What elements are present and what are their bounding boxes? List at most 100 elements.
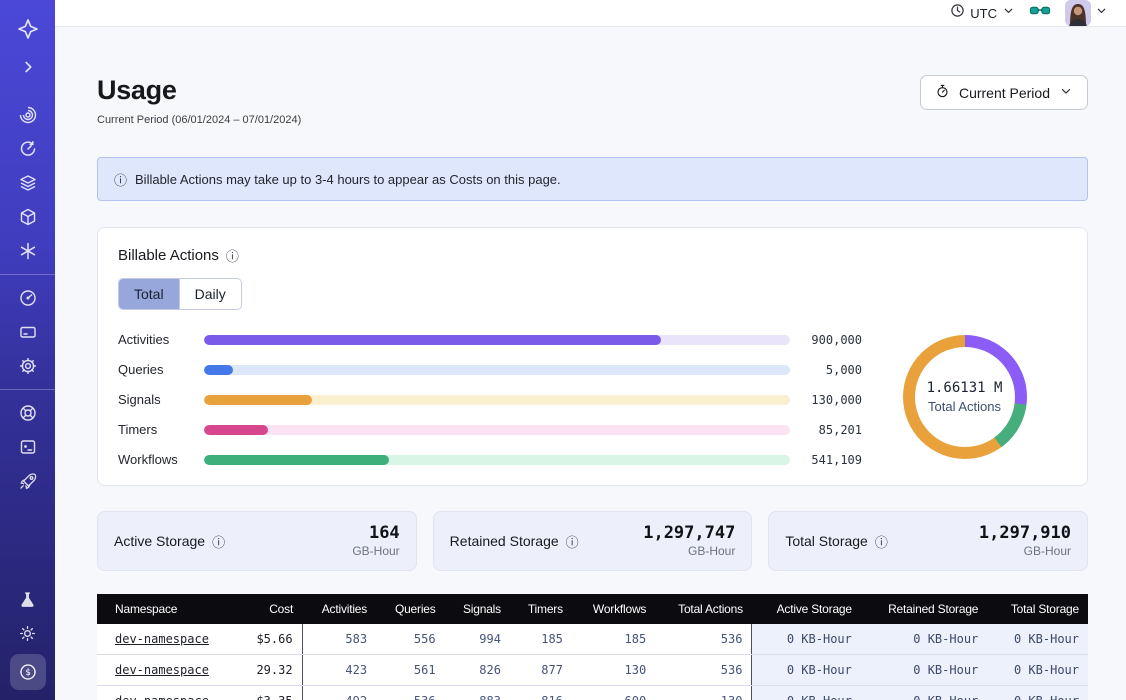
donut-chart: 1.66131 M Total Actions bbox=[903, 335, 1027, 459]
storage-card-unit: GB-Hour bbox=[979, 544, 1071, 558]
settings-gear-icon[interactable] bbox=[0, 349, 55, 383]
cell-cost: $3.35 bbox=[238, 686, 302, 700]
temporal-logo-icon[interactable] bbox=[0, 8, 55, 50]
svg-text:$: $ bbox=[25, 668, 30, 678]
schedules-icon[interactable] bbox=[0, 132, 55, 166]
bar-label: Signals bbox=[118, 392, 204, 407]
cell-active-storage: 0 KB-Hour bbox=[752, 655, 861, 686]
bar-value: 130,000 bbox=[790, 393, 862, 407]
bar-row-queries: Queries 5,000 bbox=[118, 362, 862, 377]
cell-signals: 994 bbox=[445, 624, 510, 655]
page-title: Usage bbox=[97, 75, 301, 106]
column-header-activities: Activities bbox=[302, 594, 376, 624]
column-header-retained-storage: Retained Storage bbox=[861, 594, 987, 624]
period-dropdown-button[interactable]: Current Period bbox=[920, 75, 1088, 110]
bar-row-workflows: Workflows 541,109 bbox=[118, 452, 862, 467]
billable-actions-card: Billable Actions ⓘ Total Daily Activitie… bbox=[97, 227, 1088, 486]
bar-label: Queries bbox=[118, 362, 204, 377]
labs-flask-icon[interactable] bbox=[0, 582, 55, 616]
billing-card-icon[interactable] bbox=[0, 315, 55, 349]
cell-workflows: 130 bbox=[572, 655, 655, 686]
table-row: dev-namespace $5.66 583 556 994 185 185 … bbox=[97, 624, 1088, 655]
bar-track bbox=[204, 395, 790, 405]
rocket-icon[interactable] bbox=[0, 464, 55, 498]
namespace-link[interactable]: dev-namespace bbox=[115, 632, 209, 646]
storage-card-value: 1,297,747 bbox=[643, 524, 735, 544]
storage-card-label: Total Storage bbox=[785, 533, 868, 549]
usage-page: $ UTC bbox=[0, 0, 1126, 700]
tab-daily[interactable]: Daily bbox=[179, 279, 241, 309]
billable-view-tabs: Total Daily bbox=[118, 278, 242, 310]
cell-workflows: 600 bbox=[572, 686, 655, 700]
column-header-timers: Timers bbox=[510, 594, 572, 624]
info-icon[interactable]: ⓘ bbox=[212, 532, 225, 551]
namespaces-icon[interactable] bbox=[0, 98, 55, 132]
active-storage-card: Active Storage ⓘ 164 GB-Hour bbox=[97, 511, 417, 571]
cell-retained-storage: 0 KB-Hour bbox=[861, 624, 987, 655]
cell-total-storage: 0 KB-Hour bbox=[987, 655, 1088, 686]
billable-bar-chart: Activities 900,000 Queries 5,000 Signals bbox=[118, 326, 862, 467]
cell-total-storage: 0 KB-Hour bbox=[987, 686, 1088, 700]
stopwatch-icon bbox=[935, 83, 950, 102]
info-banner-text: Billable Actions may take up to 3-4 hour… bbox=[135, 172, 561, 187]
feedback-goggles-icon[interactable] bbox=[1029, 2, 1051, 25]
column-header-cost: Cost bbox=[238, 594, 302, 624]
namespace-link[interactable]: dev-namespace bbox=[115, 694, 209, 700]
tab-total[interactable]: Total bbox=[119, 279, 179, 309]
storage-card-unit: GB-Hour bbox=[643, 544, 735, 558]
info-icon[interactable]: ⓘ bbox=[226, 246, 239, 265]
timezone-selector[interactable]: UTC bbox=[950, 3, 1015, 23]
terminal-icon[interactable] bbox=[0, 430, 55, 464]
storage-card-label: Retained Storage bbox=[450, 533, 559, 549]
info-icon[interactable]: ⓘ bbox=[875, 532, 888, 551]
storage-card-value: 164 bbox=[352, 524, 399, 544]
bar-label: Timers bbox=[118, 422, 204, 437]
bar-value: 900,000 bbox=[790, 333, 862, 347]
layers-icon[interactable] bbox=[0, 166, 55, 200]
column-header-active-storage: Active Storage bbox=[752, 594, 861, 624]
bar-value: 5,000 bbox=[790, 363, 862, 377]
chevron-down-icon bbox=[1095, 4, 1108, 22]
cell-total-storage: 0 KB-Hour bbox=[987, 624, 1088, 655]
bar-fill bbox=[204, 335, 661, 345]
cell-active-storage: 0 KB-Hour bbox=[752, 624, 861, 655]
nexus-asterisk-icon[interactable] bbox=[0, 234, 55, 268]
bar-fill bbox=[204, 365, 233, 375]
usage-gauge-icon[interactable] bbox=[0, 281, 55, 315]
expand-chevron-icon[interactable] bbox=[0, 50, 55, 84]
cell-signals: 883 bbox=[445, 686, 510, 700]
cell-queries: 561 bbox=[376, 655, 444, 686]
total-storage-card: Total Storage ⓘ 1,297,910 GB-Hour bbox=[768, 511, 1088, 571]
bar-row-signals: Signals 130,000 bbox=[118, 392, 862, 407]
storage-card-unit: GB-Hour bbox=[352, 544, 399, 558]
cell-timers: 816 bbox=[510, 686, 572, 700]
user-menu[interactable] bbox=[1065, 0, 1108, 26]
bar-fill bbox=[204, 425, 268, 435]
column-header-workflows: Workflows bbox=[572, 594, 655, 624]
bar-value: 541,109 bbox=[790, 453, 862, 467]
info-icon[interactable]: ⓘ bbox=[566, 532, 579, 551]
bar-label: Workflows bbox=[118, 452, 204, 467]
cell-cost: 29.32 bbox=[238, 655, 302, 686]
sidebar: $ bbox=[0, 0, 55, 700]
cell-queries: 556 bbox=[376, 624, 444, 655]
column-header-total-actions: Total Actions bbox=[655, 594, 752, 624]
bar-track bbox=[204, 455, 790, 465]
bar-row-timers: Timers 85,201 bbox=[118, 422, 862, 437]
cell-cost: $5.66 bbox=[238, 624, 302, 655]
bar-track bbox=[204, 365, 790, 375]
column-header-signals: Signals bbox=[445, 594, 510, 624]
bar-fill bbox=[204, 455, 389, 465]
namespace-link[interactable]: dev-namespace bbox=[115, 663, 209, 677]
support-lifebuoy-icon[interactable] bbox=[0, 396, 55, 430]
deployments-cube-icon[interactable] bbox=[0, 200, 55, 234]
cell-queries: 536 bbox=[376, 686, 444, 700]
chevron-down-icon bbox=[1059, 84, 1073, 101]
cell-activities: 583 bbox=[302, 624, 376, 655]
usage-dollar-icon[interactable]: $ bbox=[10, 654, 46, 690]
cell-total-actions: 536 bbox=[655, 624, 752, 655]
theme-sun-icon[interactable] bbox=[0, 616, 55, 650]
table-row: dev-namespace $3.35 492 536 883 816 600 … bbox=[97, 686, 1088, 700]
cell-signals: 826 bbox=[445, 655, 510, 686]
storage-card-value: 1,297,910 bbox=[979, 524, 1071, 544]
